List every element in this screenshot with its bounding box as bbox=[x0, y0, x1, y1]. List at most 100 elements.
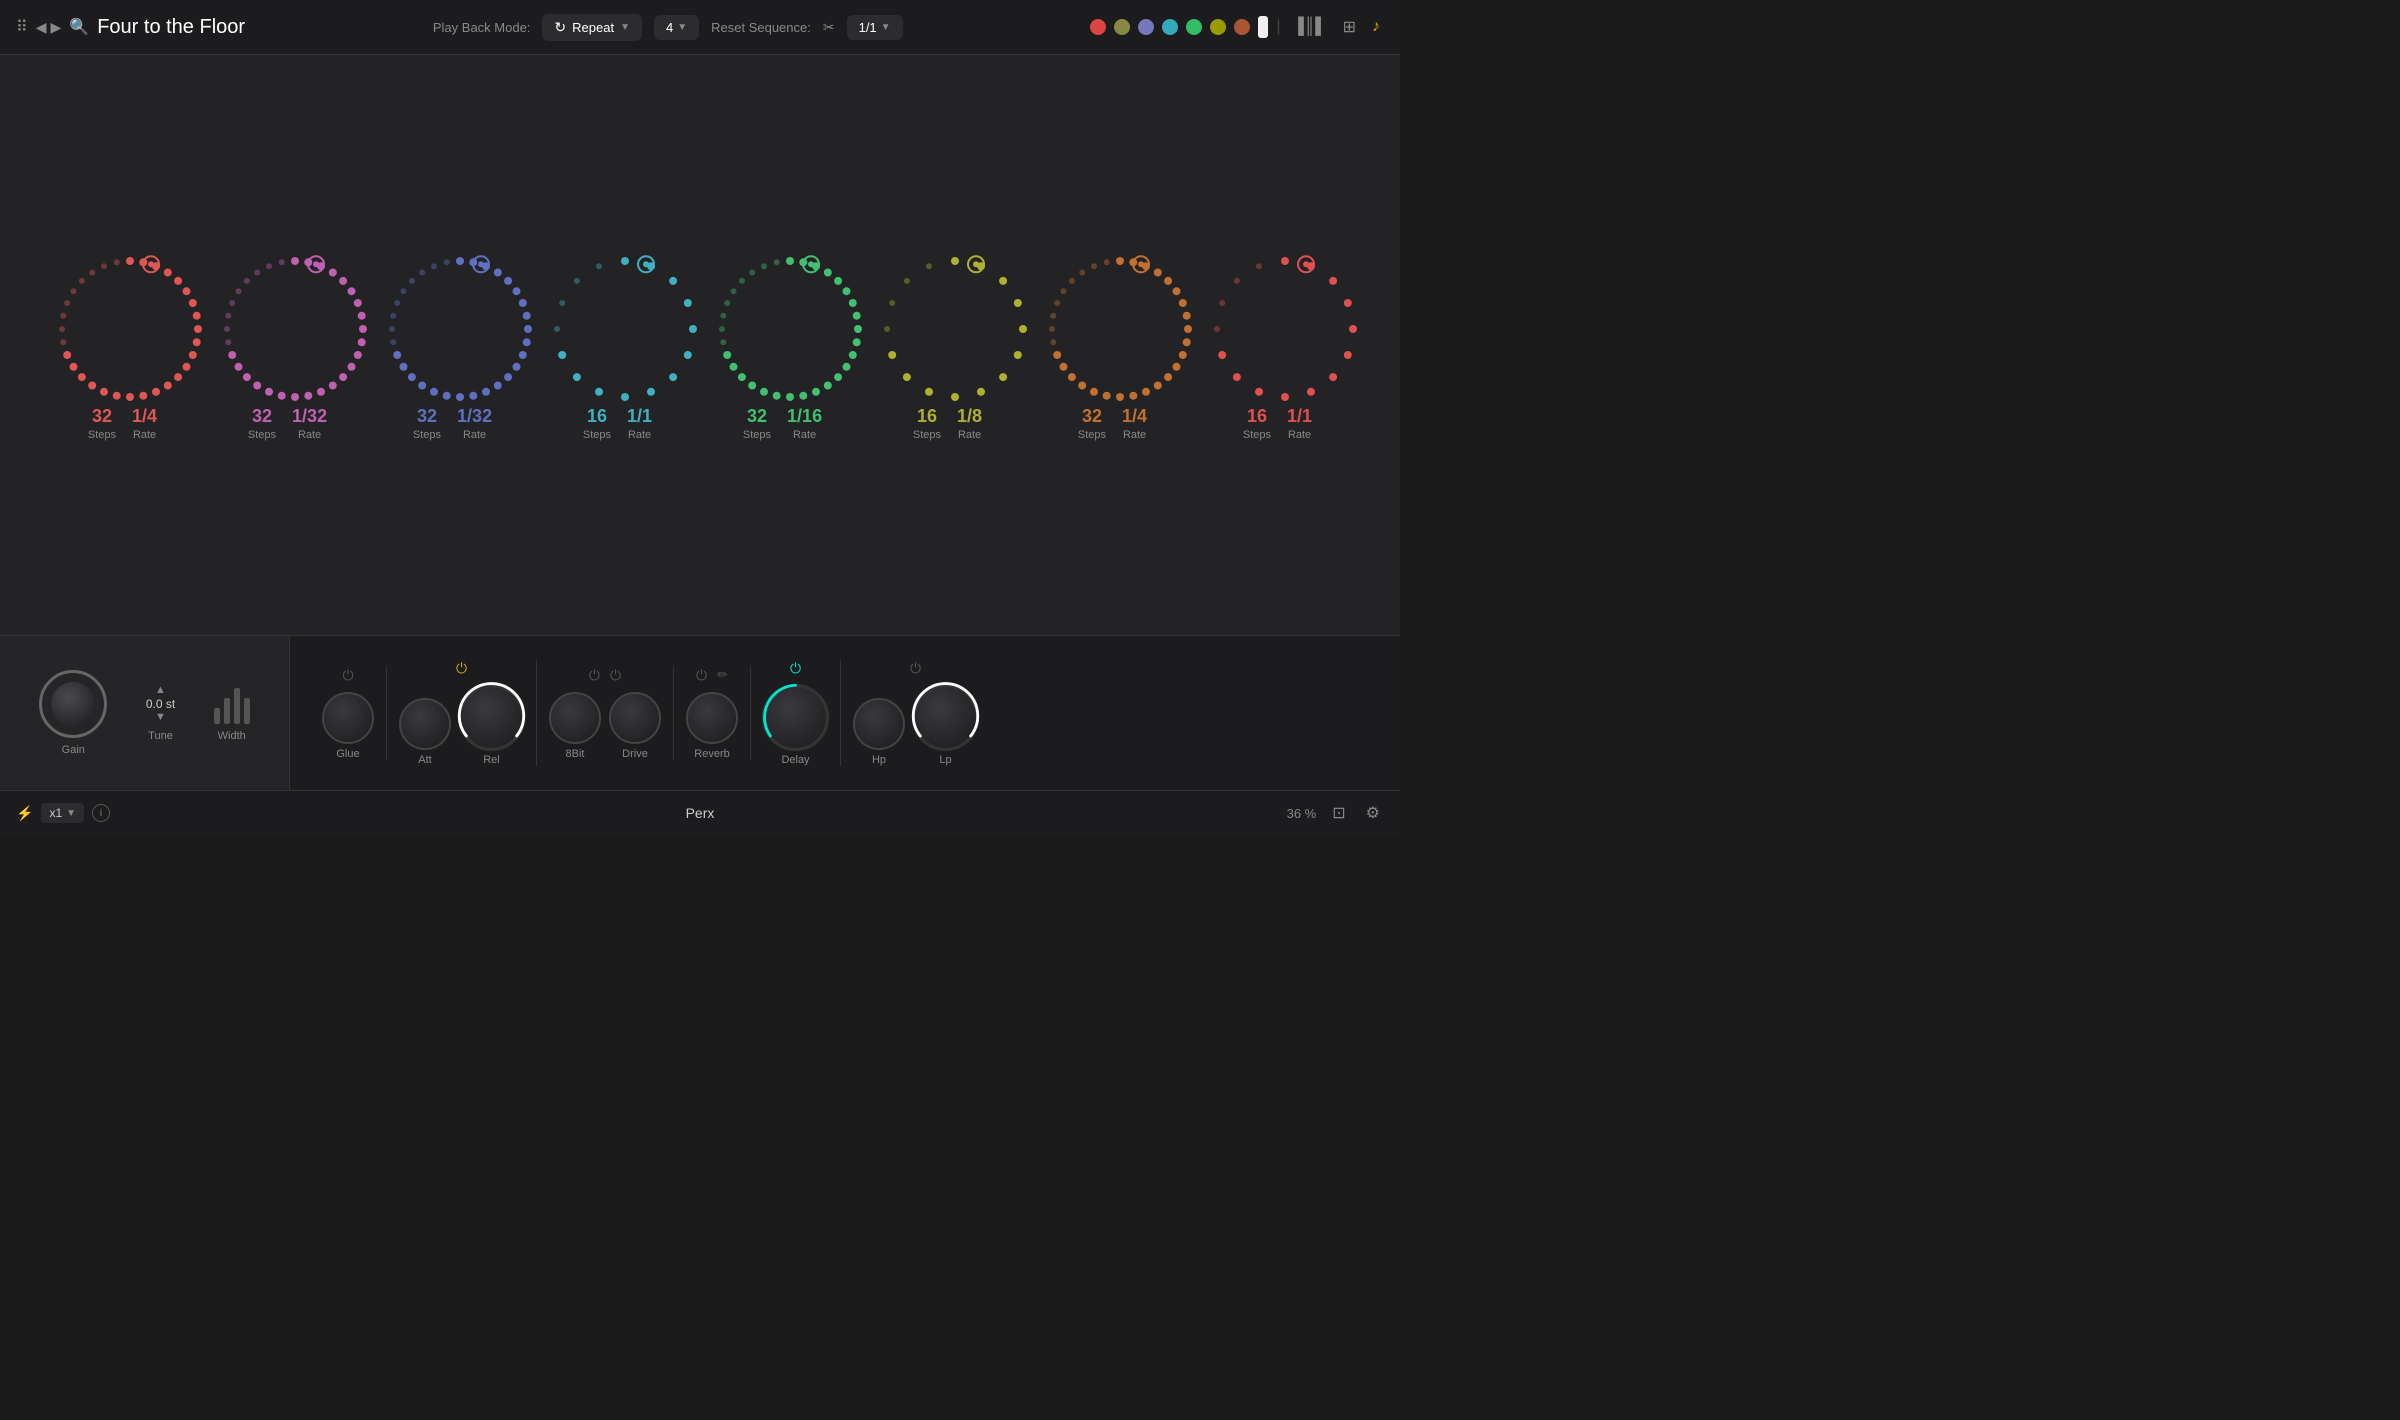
hp-power-button[interactable]: ⏻ bbox=[910, 660, 921, 677]
rate-value-2[interactable]: 1/32 bbox=[292, 406, 327, 427]
tune-knob-item: ▲ 0.0 st ▼ Tune bbox=[146, 684, 175, 742]
delay-section: ⏻ Delay bbox=[751, 660, 841, 766]
bit-power-button[interactable]: ⏻ bbox=[589, 667, 600, 684]
playback-label: Play Back Mode: bbox=[433, 20, 531, 35]
scissors-icon: ✂ bbox=[823, 19, 835, 36]
att-power-button[interactable]: ⏻ bbox=[456, 660, 467, 677]
circle-item-8[interactable]: 16Steps1/1Rate bbox=[1205, 249, 1350, 441]
rel-knob[interactable] bbox=[459, 685, 524, 750]
track-circle-1[interactable] bbox=[50, 249, 210, 409]
circle-item-5[interactable]: 32Steps1/16Rate bbox=[710, 249, 855, 441]
grid-icon[interactable]: ⠿ bbox=[16, 17, 28, 37]
rate-value-3[interactable]: 1/32 bbox=[457, 406, 492, 427]
reverb-power-button[interactable]: ⏻ bbox=[696, 667, 707, 684]
circles-row: 32Steps1/4Rate32Steps1/32Rate32Steps1/32… bbox=[20, 249, 1380, 441]
nav-left-icon[interactable]: ◀ bbox=[36, 19, 47, 36]
circle-item-3[interactable]: 32Steps1/32Rate bbox=[380, 249, 525, 441]
tune-up-arrow[interactable]: ▲ bbox=[155, 684, 166, 697]
track-circle-7[interactable] bbox=[1040, 249, 1200, 409]
tune-arrows: ▲ 0.0 st ▼ bbox=[146, 684, 175, 724]
hp-knob[interactable] bbox=[853, 698, 905, 750]
bit-drive-knobs-row bbox=[549, 692, 661, 744]
track-color-1[interactable] bbox=[1090, 19, 1106, 35]
steps-value-1[interactable]: 32 bbox=[92, 406, 112, 427]
bit-drive-label-row: 8Bit Drive bbox=[549, 748, 661, 760]
steps-value-6[interactable]: 16 bbox=[917, 406, 937, 427]
settings-button[interactable]: ⚙ bbox=[1362, 799, 1384, 827]
playback-dropdown-arrow: ▼ bbox=[620, 22, 630, 33]
tune-down-arrow[interactable]: ▼ bbox=[155, 711, 166, 724]
track-circle-8[interactable] bbox=[1205, 249, 1365, 409]
steps-label-8: Steps bbox=[1243, 429, 1271, 441]
drive-knob[interactable] bbox=[609, 692, 661, 744]
track-color-6[interactable] bbox=[1210, 19, 1226, 35]
width-bars[interactable] bbox=[214, 684, 250, 724]
track-circle-2[interactable] bbox=[215, 249, 375, 409]
track-color-3[interactable] bbox=[1138, 19, 1154, 35]
nav-right-icon[interactable]: ▶ bbox=[51, 19, 62, 36]
bit-knob[interactable] bbox=[549, 692, 601, 744]
glue-power-button[interactable]: ⏻ bbox=[342, 667, 353, 684]
gain-knob[interactable] bbox=[39, 670, 107, 738]
steps-value-4[interactable]: 16 bbox=[587, 406, 607, 427]
info-button[interactable]: i bbox=[92, 804, 110, 822]
fx-left-section: Gain ▲ 0.0 st ▼ Tune Width bbox=[0, 636, 290, 790]
track-color-4[interactable] bbox=[1162, 19, 1178, 35]
resize-button[interactable]: ⊡ bbox=[1328, 799, 1349, 827]
steps-value-3[interactable]: 32 bbox=[417, 406, 437, 427]
rate-value-4[interactable]: 1/1 bbox=[627, 406, 652, 427]
steps-value-2[interactable]: 32 bbox=[252, 406, 272, 427]
track-color-2[interactable] bbox=[1114, 19, 1130, 35]
track-circle-4[interactable] bbox=[545, 249, 705, 409]
steps-button[interactable]: 4 ▼ bbox=[654, 15, 699, 40]
circle-wrap-2 bbox=[215, 249, 360, 394]
reverb-power-row: ⏻ ✏ bbox=[696, 667, 728, 684]
rate-value-5[interactable]: 1/16 bbox=[787, 406, 822, 427]
track-circle-3[interactable] bbox=[380, 249, 540, 409]
grid-view-button[interactable]: ⊞ bbox=[1339, 13, 1360, 41]
track-color-8[interactable] bbox=[1258, 16, 1268, 38]
drive-power-button[interactable]: ⏻ bbox=[610, 667, 621, 684]
circle-item-6[interactable]: 16Steps1/8Rate bbox=[875, 249, 1020, 441]
glue-knobs-row bbox=[322, 692, 374, 744]
delay-knob[interactable] bbox=[763, 685, 828, 750]
steps-value-7[interactable]: 32 bbox=[1082, 406, 1102, 427]
att-knob[interactable] bbox=[399, 698, 451, 750]
steps-label-2: Steps bbox=[248, 429, 276, 441]
reverb-knob[interactable] bbox=[686, 692, 738, 744]
rate-value-7[interactable]: 1/4 bbox=[1122, 406, 1147, 427]
bit-drive-section: ⏻ ⏻ 8Bit Drive bbox=[537, 667, 674, 760]
lp-knob[interactable] bbox=[913, 685, 978, 750]
track-color-5[interactable] bbox=[1186, 19, 1202, 35]
circle-item-4[interactable]: 16Steps1/1Rate bbox=[545, 249, 690, 441]
waveform-button[interactable]: ▐║▌ bbox=[1289, 14, 1331, 40]
delay-power-button[interactable]: ⏻ bbox=[790, 660, 801, 677]
glue-knob[interactable] bbox=[322, 692, 374, 744]
track-color-7[interactable] bbox=[1234, 19, 1250, 35]
steps-label-5: Steps bbox=[743, 429, 771, 441]
hp-lp-power-row: ⏻ bbox=[910, 660, 921, 677]
search-icon[interactable]: 🔍 bbox=[69, 17, 89, 37]
circle-item-2[interactable]: 32Steps1/32Rate bbox=[215, 249, 360, 441]
rate-value-6[interactable]: 1/8 bbox=[957, 406, 982, 427]
mult-dropdown-arrow: ▼ bbox=[66, 808, 76, 819]
steps-col-5: 32 Steps bbox=[743, 406, 771, 441]
rate-value-1[interactable]: 1/4 bbox=[132, 406, 157, 427]
lp-label: Lp bbox=[913, 754, 978, 766]
reset-value-button[interactable]: 1/1 ▼ bbox=[847, 15, 903, 40]
rel-knob-arc bbox=[455, 681, 528, 754]
music-note-button[interactable]: ♪ bbox=[1368, 14, 1384, 40]
pencil-icon[interactable]: ✏ bbox=[717, 667, 728, 684]
track-circle-6[interactable] bbox=[875, 249, 1035, 409]
rate-value-8[interactable]: 1/1 bbox=[1287, 406, 1312, 427]
reverb-knobs-row bbox=[686, 692, 738, 744]
steps-value-5[interactable]: 32 bbox=[747, 406, 767, 427]
playback-mode-button[interactable]: ↻ Repeat ▼ bbox=[542, 14, 642, 41]
rate-col-7: 1/4Rate bbox=[1122, 406, 1147, 441]
track-circle-5[interactable] bbox=[710, 249, 870, 409]
circle-item-7[interactable]: 32Steps1/4Rate bbox=[1040, 249, 1185, 441]
circle-item-1[interactable]: 32Steps1/4Rate bbox=[50, 249, 195, 441]
multiplier-control[interactable]: x1 ▼ bbox=[41, 803, 84, 823]
steps-label-3: Steps bbox=[413, 429, 441, 441]
steps-value-8[interactable]: 16 bbox=[1247, 406, 1267, 427]
